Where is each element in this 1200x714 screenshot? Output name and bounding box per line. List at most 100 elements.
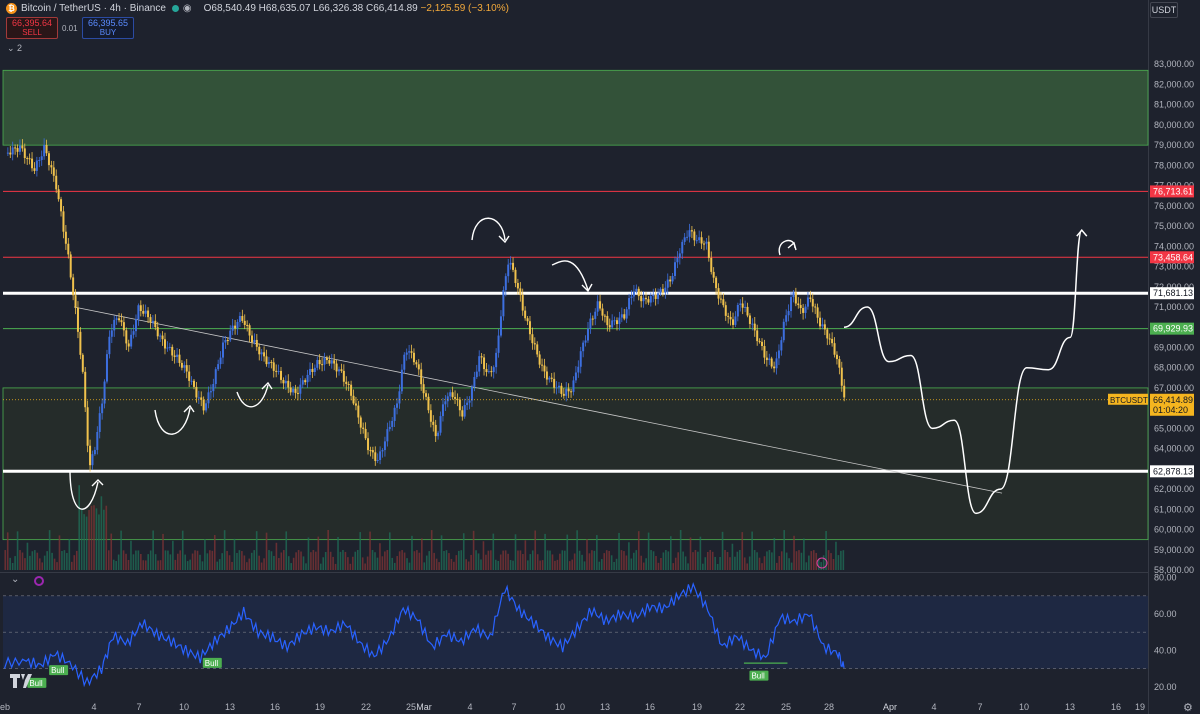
volume-bar <box>250 552 253 570</box>
volume-bar <box>191 553 194 570</box>
eye-icon[interactable]: ◉ <box>183 3 192 14</box>
sell-button[interactable]: 66,395.64 SELL <box>6 17 58 39</box>
countdown-label: 01:04:20 <box>1153 405 1188 415</box>
symbol-title[interactable]: Bitcoin / TetherUS · 4h · Binance <box>21 3 166 14</box>
volume-bar <box>475 550 477 570</box>
candle-body <box>190 380 193 382</box>
volume-bar <box>379 543 381 570</box>
market-open-icon <box>171 5 179 12</box>
volume-bar <box>255 531 258 570</box>
candle-body <box>60 199 63 212</box>
volume-bar <box>591 550 593 570</box>
rsi-indicator-icon[interactable] <box>34 576 44 586</box>
time-tick-label: Apr <box>883 702 897 712</box>
candle-body <box>579 351 582 367</box>
bull-label: Bull <box>205 659 219 668</box>
volume-bar <box>80 508 83 570</box>
candle-body <box>260 352 263 355</box>
candle-body <box>751 323 754 325</box>
candle-body <box>538 354 541 365</box>
candle-body <box>43 144 46 157</box>
volume-bar <box>534 530 537 570</box>
volume-bar <box>598 561 601 570</box>
time-tick-label: 13 <box>1065 702 1075 712</box>
candle-body <box>674 262 677 276</box>
volume-bar <box>253 550 256 570</box>
candle-body <box>463 405 466 417</box>
volume-bar <box>14 556 16 570</box>
volume-bar <box>73 555 76 570</box>
volume-bar <box>332 556 334 570</box>
volume-bar <box>608 550 610 570</box>
volume-bar <box>411 535 413 570</box>
volume-bar <box>514 534 517 570</box>
volume-bar <box>603 553 606 570</box>
candle-body <box>642 297 645 302</box>
candle-body <box>550 377 553 379</box>
price-tick-label: 83,000.00 <box>1154 59 1194 69</box>
candle-body <box>516 283 519 289</box>
candle-body <box>620 314 623 318</box>
volume-bar <box>509 560 512 570</box>
candle-body <box>115 318 118 320</box>
rsi-collapse-icon[interactable]: ⌄ <box>11 574 19 585</box>
volume-bar <box>697 551 699 570</box>
volume-bar <box>177 553 179 570</box>
candle-body <box>732 319 735 325</box>
candle-body <box>811 298 814 307</box>
chart-canvas[interactable]: 58,000.0059,000.0060,000.0061,000.0062,0… <box>0 0 1200 714</box>
candle-body <box>826 329 829 339</box>
volume-bar <box>768 550 771 570</box>
candle-body <box>108 336 111 355</box>
candle-body <box>110 330 113 337</box>
candle-body <box>611 320 614 328</box>
candle-body <box>374 452 377 461</box>
candle-body <box>207 392 210 404</box>
indicator-collapse-button[interactable]: ⌄ 2 <box>7 43 22 54</box>
candle-body <box>243 320 246 325</box>
volume-bar <box>38 558 41 570</box>
buy-button[interactable]: 66,395.65 BUY <box>82 17 134 39</box>
candle-body <box>132 331 135 335</box>
currency-selector[interactable]: USDT <box>1150 2 1178 18</box>
volume-bar <box>135 550 137 570</box>
volume-bar <box>270 551 273 570</box>
candle-body <box>84 371 87 408</box>
volume-bar <box>716 563 719 570</box>
candle-body <box>280 370 283 380</box>
volume-bar <box>53 558 56 570</box>
candle-body <box>74 295 77 308</box>
volume-bar <box>164 550 167 570</box>
volume-bar <box>593 550 596 570</box>
candle-body <box>16 148 19 152</box>
volume-bar <box>840 550 842 570</box>
candle-body <box>606 315 609 326</box>
volume-bar <box>149 550 152 570</box>
volume-bar <box>103 509 105 570</box>
candle-body <box>466 402 469 406</box>
volume-bar <box>810 551 813 570</box>
gear-icon[interactable]: ⚙ <box>1183 701 1193 714</box>
volume-bar <box>6 532 9 570</box>
candle-body <box>468 400 471 403</box>
candle-body <box>180 362 183 368</box>
volume-bar <box>132 554 135 570</box>
volume-bar <box>319 563 322 570</box>
bitcoin-icon: ₿ <box>6 3 17 14</box>
volume-bar <box>724 550 726 570</box>
candle-body <box>586 328 589 341</box>
candle-body <box>226 339 229 341</box>
volume-bar <box>662 552 665 570</box>
candle-body <box>335 363 338 372</box>
candle-body <box>659 288 662 294</box>
volume-bar <box>98 514 100 570</box>
volume-bar <box>75 550 78 570</box>
candle-body <box>248 325 251 336</box>
time-tick-label: Mar <box>416 702 432 712</box>
candle-body <box>221 342 224 358</box>
candle-body <box>843 385 846 398</box>
candle-body <box>545 371 548 380</box>
volume-bar <box>290 563 292 570</box>
candle-body <box>502 290 505 317</box>
volume-bar <box>657 562 660 570</box>
